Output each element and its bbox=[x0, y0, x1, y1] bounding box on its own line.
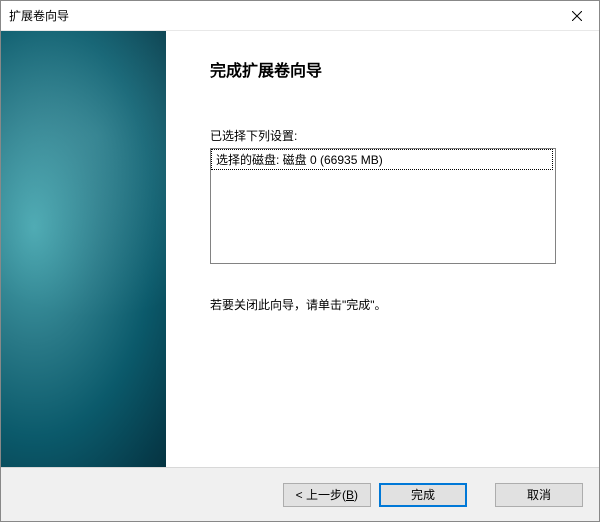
back-button[interactable]: < 上一步(B) bbox=[283, 483, 371, 507]
wizard-sidebar-image bbox=[1, 31, 166, 467]
back-button-prefix: < 上一步( bbox=[296, 488, 346, 502]
body-area: 完成扩展卷向导 已选择下列设置: 选择的磁盘: 磁盘 0 (66935 MB) … bbox=[1, 31, 599, 467]
close-button[interactable] bbox=[554, 1, 599, 31]
close-icon bbox=[572, 11, 582, 21]
settings-label: 已选择下列设置: bbox=[210, 127, 573, 144]
footer-button-bar: < 上一步(B) 完成 取消 bbox=[1, 467, 599, 521]
cancel-button[interactable]: 取消 bbox=[495, 483, 583, 507]
back-button-suffix: ) bbox=[354, 488, 358, 502]
settings-list-item[interactable]: 选择的磁盘: 磁盘 0 (66935 MB) bbox=[211, 149, 553, 170]
titlebar: 扩展卷向导 bbox=[1, 1, 599, 31]
wizard-window: 扩展卷向导 完成扩展卷向导 已选择下列设置: 选择的磁盘: 磁盘 0 (6693… bbox=[0, 0, 600, 522]
back-button-accesskey: B bbox=[346, 488, 354, 502]
window-title: 扩展卷向导 bbox=[9, 7, 69, 24]
page-title: 完成扩展卷向导 bbox=[210, 57, 573, 81]
content-panel: 完成扩展卷向导 已选择下列设置: 选择的磁盘: 磁盘 0 (66935 MB) … bbox=[166, 31, 599, 467]
finish-button[interactable]: 完成 bbox=[379, 483, 467, 507]
instruction-text: 若要关闭此向导，请单击"完成"。 bbox=[210, 296, 573, 313]
settings-listbox[interactable]: 选择的磁盘: 磁盘 0 (66935 MB) bbox=[210, 148, 556, 264]
